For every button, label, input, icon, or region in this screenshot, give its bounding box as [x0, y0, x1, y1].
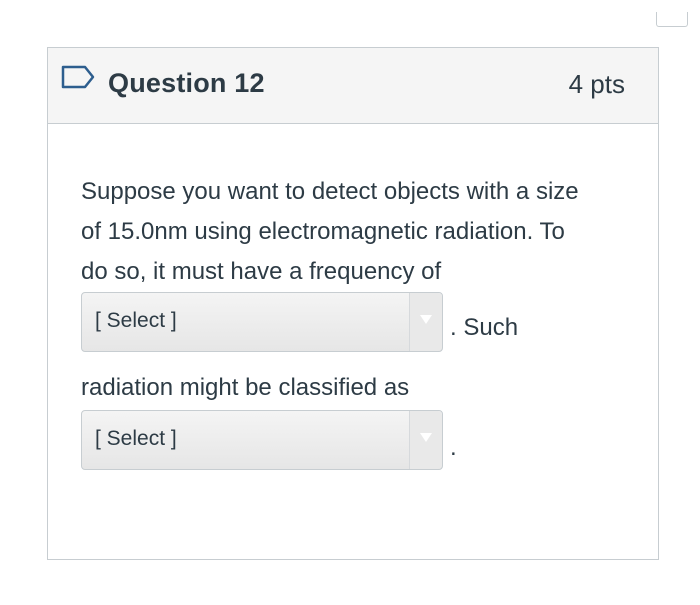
question-body: Suppose you want to detect objects with … [81, 172, 641, 292]
question-title: Question 12 [108, 68, 265, 98]
dropdown-toggle[interactable] [409, 293, 442, 351]
question-text-line: do so, it must have a frequency of [81, 258, 442, 285]
dropdown-toggle[interactable] [409, 411, 442, 469]
question-text-inline: . Such [450, 314, 519, 341]
frequency-select[interactable]: [ Select ] [81, 292, 443, 352]
bookmark-flag-icon[interactable] [61, 65, 95, 89]
question-text-line: of 15.0nm using electromagnetic radiatio… [81, 218, 565, 245]
chevron-down-icon [420, 433, 432, 442]
quiz-page: Question 12 4 pts Suppose you want to de… [0, 0, 700, 605]
question-text-line: radiation might be classified as [81, 374, 410, 401]
question-text-line: Suppose you want to detect objects with … [81, 178, 579, 205]
classification-select[interactable]: [ Select ] [81, 410, 443, 470]
question-points: 4 pts [568, 69, 625, 99]
select-placeholder: [ Select ] [95, 427, 177, 450]
question-text-inline: . [450, 434, 457, 461]
corner-tab [656, 12, 688, 27]
question-header: Question 12 4 pts [48, 48, 658, 124]
select-placeholder: [ Select ] [95, 309, 177, 332]
chevron-down-icon [420, 315, 432, 324]
